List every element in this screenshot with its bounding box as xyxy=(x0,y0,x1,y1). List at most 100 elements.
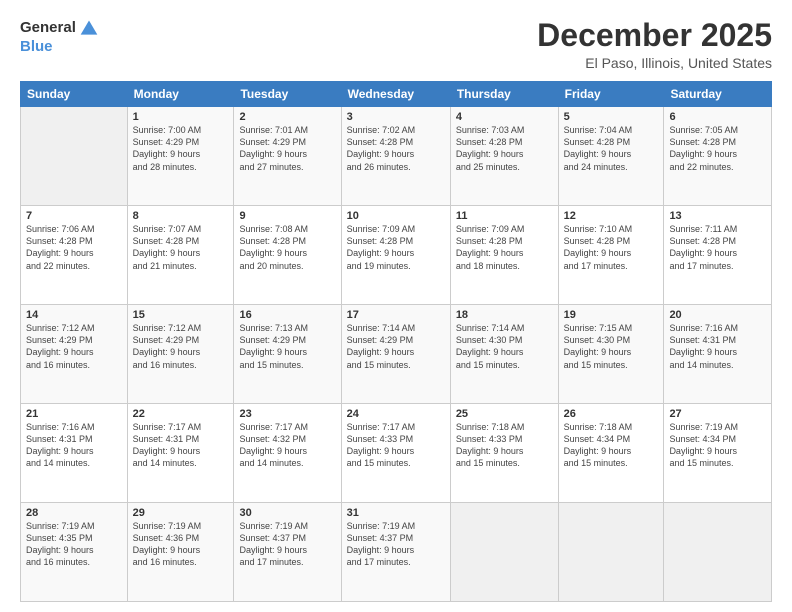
day-info: Sunrise: 7:15 AM Sunset: 4:30 PM Dayligh… xyxy=(564,322,659,371)
day-info: Sunrise: 7:19 AM Sunset: 4:37 PM Dayligh… xyxy=(239,520,335,569)
day-number: 23 xyxy=(239,408,335,420)
day-number: 26 xyxy=(564,408,659,420)
day-number: 25 xyxy=(456,408,553,420)
day-number: 29 xyxy=(133,507,229,519)
day-info: Sunrise: 7:12 AM Sunset: 4:29 PM Dayligh… xyxy=(133,322,229,371)
weekday-header-cell: Wednesday xyxy=(341,82,450,107)
day-info: Sunrise: 7:01 AM Sunset: 4:29 PM Dayligh… xyxy=(239,124,335,173)
day-info: Sunrise: 7:14 AM Sunset: 4:29 PM Dayligh… xyxy=(347,322,445,371)
day-number: 28 xyxy=(26,507,122,519)
header: General Blue December 2025 El Paso, Illi… xyxy=(20,18,772,71)
day-info: Sunrise: 7:16 AM Sunset: 4:31 PM Dayligh… xyxy=(669,322,766,371)
day-number: 18 xyxy=(456,309,553,321)
calendar-day-cell: 8Sunrise: 7:07 AM Sunset: 4:28 PM Daylig… xyxy=(127,206,234,305)
calendar-day-cell xyxy=(558,503,664,602)
day-info: Sunrise: 7:04 AM Sunset: 4:28 PM Dayligh… xyxy=(564,124,659,173)
day-number: 24 xyxy=(347,408,445,420)
calendar-day-cell: 16Sunrise: 7:13 AM Sunset: 4:29 PM Dayli… xyxy=(234,305,341,404)
page: General Blue December 2025 El Paso, Illi… xyxy=(0,0,792,612)
calendar-day-cell: 11Sunrise: 7:09 AM Sunset: 4:28 PM Dayli… xyxy=(450,206,558,305)
day-info: Sunrise: 7:18 AM Sunset: 4:33 PM Dayligh… xyxy=(456,421,553,470)
day-info: Sunrise: 7:19 AM Sunset: 4:34 PM Dayligh… xyxy=(669,421,766,470)
logo: General Blue xyxy=(20,18,99,56)
calendar-day-cell: 23Sunrise: 7:17 AM Sunset: 4:32 PM Dayli… xyxy=(234,404,341,503)
day-info: Sunrise: 7:05 AM Sunset: 4:28 PM Dayligh… xyxy=(669,124,766,173)
day-number: 27 xyxy=(669,408,766,420)
day-info: Sunrise: 7:19 AM Sunset: 4:36 PM Dayligh… xyxy=(133,520,229,569)
calendar-week-row: 14Sunrise: 7:12 AM Sunset: 4:29 PM Dayli… xyxy=(21,305,772,404)
calendar-day-cell: 27Sunrise: 7:19 AM Sunset: 4:34 PM Dayli… xyxy=(664,404,772,503)
calendar-day-cell: 5Sunrise: 7:04 AM Sunset: 4:28 PM Daylig… xyxy=(558,107,664,206)
calendar-day-cell xyxy=(450,503,558,602)
calendar-day-cell: 12Sunrise: 7:10 AM Sunset: 4:28 PM Dayli… xyxy=(558,206,664,305)
day-number: 19 xyxy=(564,309,659,321)
location-title: El Paso, Illinois, United States xyxy=(537,55,772,71)
day-info: Sunrise: 7:10 AM Sunset: 4:28 PM Dayligh… xyxy=(564,223,659,272)
calendar-day-cell: 28Sunrise: 7:19 AM Sunset: 4:35 PM Dayli… xyxy=(21,503,128,602)
day-number: 11 xyxy=(456,210,553,222)
day-number: 17 xyxy=(347,309,445,321)
day-info: Sunrise: 7:17 AM Sunset: 4:32 PM Dayligh… xyxy=(239,421,335,470)
day-info: Sunrise: 7:13 AM Sunset: 4:29 PM Dayligh… xyxy=(239,322,335,371)
calendar-day-cell: 31Sunrise: 7:19 AM Sunset: 4:37 PM Dayli… xyxy=(341,503,450,602)
calendar-day-cell: 4Sunrise: 7:03 AM Sunset: 4:28 PM Daylig… xyxy=(450,107,558,206)
weekday-header-cell: Friday xyxy=(558,82,664,107)
day-number: 22 xyxy=(133,408,229,420)
weekday-header-cell: Monday xyxy=(127,82,234,107)
day-number: 2 xyxy=(239,111,335,123)
calendar-day-cell xyxy=(21,107,128,206)
calendar-week-row: 28Sunrise: 7:19 AM Sunset: 4:35 PM Dayli… xyxy=(21,503,772,602)
calendar-day-cell: 13Sunrise: 7:11 AM Sunset: 4:28 PM Dayli… xyxy=(664,206,772,305)
day-number: 8 xyxy=(133,210,229,222)
day-number: 30 xyxy=(239,507,335,519)
day-number: 6 xyxy=(669,111,766,123)
calendar-day-cell: 22Sunrise: 7:17 AM Sunset: 4:31 PM Dayli… xyxy=(127,404,234,503)
day-info: Sunrise: 7:02 AM Sunset: 4:28 PM Dayligh… xyxy=(347,124,445,173)
calendar-day-cell: 14Sunrise: 7:12 AM Sunset: 4:29 PM Dayli… xyxy=(21,305,128,404)
calendar-day-cell xyxy=(664,503,772,602)
calendar-day-cell: 25Sunrise: 7:18 AM Sunset: 4:33 PM Dayli… xyxy=(450,404,558,503)
calendar-week-row: 21Sunrise: 7:16 AM Sunset: 4:31 PM Dayli… xyxy=(21,404,772,503)
day-info: Sunrise: 7:12 AM Sunset: 4:29 PM Dayligh… xyxy=(26,322,122,371)
calendar: SundayMondayTuesdayWednesdayThursdayFrid… xyxy=(20,81,772,602)
day-info: Sunrise: 7:09 AM Sunset: 4:28 PM Dayligh… xyxy=(347,223,445,272)
weekday-header-cell: Tuesday xyxy=(234,82,341,107)
day-number: 21 xyxy=(26,408,122,420)
calendar-body: 1Sunrise: 7:00 AM Sunset: 4:29 PM Daylig… xyxy=(21,107,772,602)
calendar-day-cell: 3Sunrise: 7:02 AM Sunset: 4:28 PM Daylig… xyxy=(341,107,450,206)
calendar-day-cell: 19Sunrise: 7:15 AM Sunset: 4:30 PM Dayli… xyxy=(558,305,664,404)
calendar-day-cell: 18Sunrise: 7:14 AM Sunset: 4:30 PM Dayli… xyxy=(450,305,558,404)
calendar-day-cell: 2Sunrise: 7:01 AM Sunset: 4:29 PM Daylig… xyxy=(234,107,341,206)
day-number: 12 xyxy=(564,210,659,222)
month-title: December 2025 xyxy=(537,18,772,53)
logo-blue: Blue xyxy=(20,38,53,55)
weekday-header-cell: Saturday xyxy=(664,82,772,107)
calendar-day-cell: 10Sunrise: 7:09 AM Sunset: 4:28 PM Dayli… xyxy=(341,206,450,305)
day-number: 5 xyxy=(564,111,659,123)
calendar-day-cell: 24Sunrise: 7:17 AM Sunset: 4:33 PM Dayli… xyxy=(341,404,450,503)
title-block: December 2025 El Paso, Illinois, United … xyxy=(537,18,772,71)
day-number: 13 xyxy=(669,210,766,222)
day-info: Sunrise: 7:18 AM Sunset: 4:34 PM Dayligh… xyxy=(564,421,659,470)
day-number: 31 xyxy=(347,507,445,519)
day-number: 4 xyxy=(456,111,553,123)
day-info: Sunrise: 7:06 AM Sunset: 4:28 PM Dayligh… xyxy=(26,223,122,272)
day-number: 10 xyxy=(347,210,445,222)
weekday-header-row: SundayMondayTuesdayWednesdayThursdayFrid… xyxy=(21,82,772,107)
day-info: Sunrise: 7:09 AM Sunset: 4:28 PM Dayligh… xyxy=(456,223,553,272)
day-info: Sunrise: 7:07 AM Sunset: 4:28 PM Dayligh… xyxy=(133,223,229,272)
calendar-day-cell: 30Sunrise: 7:19 AM Sunset: 4:37 PM Dayli… xyxy=(234,503,341,602)
day-info: Sunrise: 7:17 AM Sunset: 4:31 PM Dayligh… xyxy=(133,421,229,470)
calendar-day-cell: 26Sunrise: 7:18 AM Sunset: 4:34 PM Dayli… xyxy=(558,404,664,503)
calendar-day-cell: 20Sunrise: 7:16 AM Sunset: 4:31 PM Dayli… xyxy=(664,305,772,404)
calendar-day-cell: 29Sunrise: 7:19 AM Sunset: 4:36 PM Dayli… xyxy=(127,503,234,602)
day-info: Sunrise: 7:19 AM Sunset: 4:37 PM Dayligh… xyxy=(347,520,445,569)
day-info: Sunrise: 7:03 AM Sunset: 4:28 PM Dayligh… xyxy=(456,124,553,173)
weekday-header-cell: Thursday xyxy=(450,82,558,107)
calendar-week-row: 1Sunrise: 7:00 AM Sunset: 4:29 PM Daylig… xyxy=(21,107,772,206)
day-info: Sunrise: 7:19 AM Sunset: 4:35 PM Dayligh… xyxy=(26,520,122,569)
day-info: Sunrise: 7:08 AM Sunset: 4:28 PM Dayligh… xyxy=(239,223,335,272)
day-info: Sunrise: 7:11 AM Sunset: 4:28 PM Dayligh… xyxy=(669,223,766,272)
weekday-header-cell: Sunday xyxy=(21,82,128,107)
day-number: 14 xyxy=(26,309,122,321)
